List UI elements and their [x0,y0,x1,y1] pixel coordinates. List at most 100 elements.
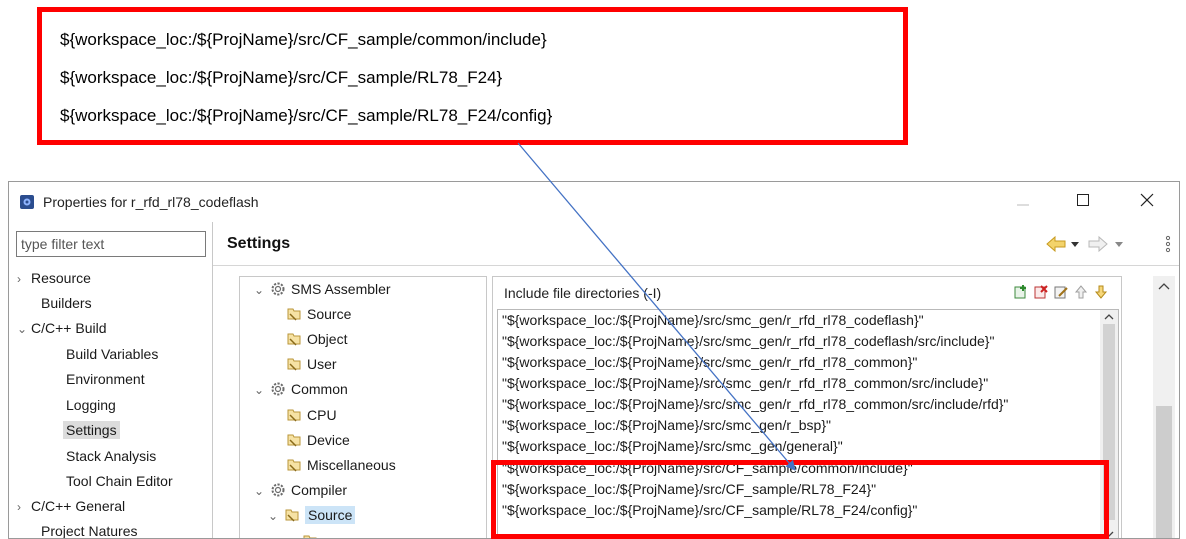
tree-item-user[interactable]: User [286,352,337,376]
tree-item-label: User [307,356,337,372]
delete-icon[interactable] [1033,284,1049,300]
list-item[interactable]: "${workspace_loc:/${ProjName}/src/smc_ge… [502,436,843,457]
nav-item-environment[interactable]: Environment [66,367,145,391]
list-item[interactable]: "${workspace_loc:/${ProjName}/src/CF_sam… [502,479,876,500]
nav-item-project-natures[interactable]: Project Natures [41,519,138,539]
pane-divider[interactable] [212,222,213,538]
nav-item-resource[interactable]: › Resource [17,266,91,290]
scroll-down-icon[interactable] [1104,531,1114,537]
nav-item-tool-chain-editor[interactable]: Tool Chain Editor [66,469,173,493]
tree-item-source[interactable]: Source [286,302,351,326]
tree-item-device[interactable]: Device [286,428,350,452]
scroll-thumb[interactable] [1103,324,1115,520]
page-scrollbar[interactable] [1153,276,1175,538]
tree-item-label: Device [307,432,350,448]
nav-item-label: Settings [63,421,120,439]
maximize-button[interactable] [1061,187,1105,217]
callout-line: ${workspace_loc:/${ProjName}/src/CF_samp… [60,106,553,125]
close-icon [1140,193,1154,212]
list-item[interactable]: "${workspace_loc:/${ProjName}/src/smc_ge… [502,310,924,331]
include-dirs-list[interactable]: "${workspace_loc:/${ProjName}/src/smc_ge… [497,309,1119,538]
view-menu-icon[interactable] [1165,235,1171,253]
tree-item-common[interactable]: ⌄ Common [254,377,348,401]
move-up-icon[interactable] [1073,284,1089,300]
chevron-right-icon[interactable]: › [17,267,31,291]
settings-page-icon [286,355,302,371]
tree-item-label: Object [307,331,348,347]
nav-item-label: Tool Chain Editor [66,473,173,489]
tree-item-object[interactable]: Object [286,327,347,351]
forward-arrow-icon[interactable] [1088,235,1108,253]
list-item[interactable]: "${workspace_loc:/${ProjName}/src/CF_sam… [502,500,917,521]
nav-item-build-variables[interactable]: Build Variables [66,342,158,366]
list-item[interactable]: "${workspace_loc:/${ProjName}/src/smc_ge… [502,331,994,352]
settings-page-icon [302,532,318,538]
filter-input[interactable] [16,231,206,257]
edit-icon[interactable] [1053,284,1069,300]
chevron-down-icon[interactable]: ⌄ [17,317,31,341]
list-toolbar [1013,284,1109,300]
list-scrollbar[interactable] [1100,310,1118,538]
chevron-down-icon[interactable]: ⌄ [254,479,270,503]
close-button[interactable] [1125,187,1169,217]
nav-item-label: Resource [31,270,91,286]
settings-page-icon [286,431,302,447]
chevron-down-icon[interactable]: ⌄ [254,278,270,302]
scroll-up-icon[interactable] [1104,314,1114,320]
nav-item-builders[interactable]: Builders [41,291,92,315]
tree-item-label: CPU [307,407,337,423]
move-down-icon[interactable] [1093,284,1109,300]
nav-item-label: C/C++ General [31,498,126,514]
back-menu-chevron-icon[interactable] [1071,242,1079,247]
scroll-up-icon[interactable] [1158,283,1170,290]
gear-icon [270,380,286,396]
tree-item-label: Miscellaneous [307,457,396,473]
tree-item-compiler-source[interactable]: ⌄ Source [268,503,356,528]
chevron-right-icon[interactable]: › [17,495,31,519]
settings-page-icon [286,406,302,422]
nav-item-label: C/C++ Build [31,320,107,336]
callout-line: ${workspace_loc:/${ProjName}/src/CF_samp… [60,30,547,49]
options-header: Include file directories (-I) [493,277,1121,307]
list-item[interactable]: "${workspace_loc:/${ProjName}/src/smc_ge… [502,415,831,436]
chevron-down-icon[interactable]: ⌄ [268,504,284,528]
add-icon[interactable] [1013,284,1029,300]
tree-item-label: Source [305,506,356,524]
nav-item-label: Project Natures [41,523,138,539]
settings-header: Settings [213,222,1179,266]
nav-item-logging[interactable]: Logging [66,393,116,417]
nav-item-label: Stack Analysis [66,448,157,464]
tree-item-miscellaneous[interactable]: Miscellaneous [286,453,396,477]
app-icon [19,194,35,210]
nav-item-cc-general[interactable]: › C/C++ General [17,494,125,518]
options-panel: Include file directories (-I) "${workspa… [492,276,1122,538]
list-item[interactable]: "${workspace_loc:/${ProjName}/src/smc_ge… [502,394,1008,415]
nav-item-settings[interactable]: Settings [63,418,120,442]
tree-item-compiler[interactable]: ⌄ Compiler [254,478,347,502]
list-item[interactable]: "${workspace_loc:/${ProjName}/src/smc_ge… [502,352,917,373]
minimize-button[interactable] [1001,187,1045,217]
tree-item-cpu[interactable]: CPU [286,403,337,427]
window-title: Properties for r_rfd_rl78_codeflash [43,194,259,210]
callout-box: ${workspace_loc:/${ProjName}/src/CF_samp… [37,7,908,145]
tree-item-label: Source [307,306,352,322]
scroll-thumb[interactable] [1156,406,1172,538]
settings-page-icon [286,330,302,346]
nav-item-stack-analysis[interactable]: Stack Analysis [66,444,156,468]
gear-icon [270,280,286,296]
list-item[interactable]: "${workspace_loc:/${ProjName}/src/smc_ge… [502,373,988,394]
include-dirs-label: Include file directories (-I) [504,285,662,301]
tree-item-label: SMS Assembler [291,281,391,297]
list-item[interactable]: "${workspace_loc:/${ProjName}/src/CF_sam… [502,458,913,479]
settings-page-icon [286,305,302,321]
tree-item-sms-assembler[interactable]: ⌄ SMS Assembler [254,277,391,301]
nav-item-cc-build[interactable]: ⌄ C/C++ Build [17,316,106,340]
chevron-down-icon[interactable]: ⌄ [254,378,270,402]
forward-menu-chevron-icon[interactable] [1115,242,1123,247]
nav-item-label: Build Variables [66,346,159,362]
nav-item-label: Environment [66,371,145,387]
nav-item-label: Logging [66,397,116,413]
maximize-icon [1077,193,1089,211]
back-arrow-icon[interactable] [1046,235,1066,253]
tree-item-label: Compiler [291,482,348,498]
